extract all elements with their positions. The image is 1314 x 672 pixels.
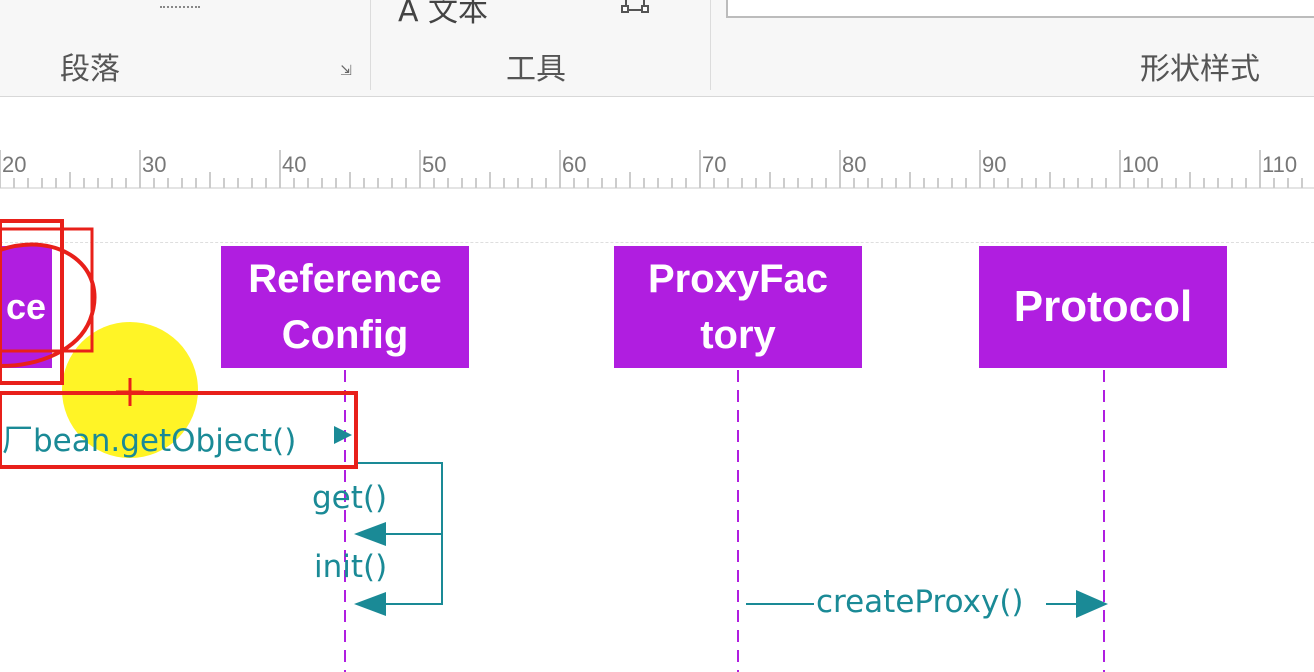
- ruler-label: 50: [422, 152, 447, 177]
- message-get-object[interactable]: 厂bean.getObject(): [2, 415, 296, 460]
- ruler-label: 110: [1262, 152, 1298, 177]
- group-label-shape-styles: 形状样式: [1140, 52, 1260, 87]
- lifeline-partial[interactable]: ce: [0, 246, 52, 368]
- lifeline-label: Config: [281, 313, 409, 357]
- lifeline-label: ProxyFac: [647, 257, 829, 301]
- ribbon-partial-control[interactable]: [160, 0, 200, 8]
- text-tool-button[interactable]: A 文本: [398, 0, 488, 30]
- ruler-label: 30: [142, 152, 167, 177]
- message-get[interactable]: get(): [312, 480, 387, 516]
- group-label-tools: 工具: [506, 52, 566, 87]
- ruler-label: 80: [842, 152, 867, 177]
- connection-point-icon[interactable]: [620, 0, 650, 18]
- lifeline-reference-config[interactable]: Reference Config: [221, 246, 469, 368]
- lifeline-proxy-factory[interactable]: ProxyFac tory: [614, 246, 862, 368]
- message-create-proxy[interactable]: createProxy(): [816, 584, 1024, 620]
- shape-style-gallery[interactable]: [726, 0, 1314, 18]
- ruler-label: 40: [282, 152, 307, 177]
- dialog-launcher-icon[interactable]: ⇲: [338, 62, 354, 78]
- lifeline-label: Protocol: [1013, 282, 1193, 331]
- ruler-ticks: [0, 150, 1314, 189]
- ruler-label: 70: [702, 152, 727, 177]
- ribbon-separator: [370, 0, 371, 90]
- ribbon: A 文本 段落 ⇲ 工具 形状样式: [0, 0, 1314, 97]
- lifeline-label: ce: [5, 286, 47, 327]
- ruler-label: 100: [1122, 152, 1159, 177]
- ribbon-separator: [710, 0, 711, 90]
- horizontal-ruler[interactable]: 20 30 40 50 60 70 80 90 100 110: [0, 150, 1314, 192]
- ruler-label: 60: [562, 152, 587, 177]
- ruler-label: 90: [982, 152, 1007, 177]
- group-label-paragraph: 段落: [60, 52, 120, 87]
- page-guide-line: [0, 242, 1314, 243]
- ruler-label: 20: [2, 152, 27, 177]
- message-init[interactable]: init(): [314, 549, 387, 585]
- lifeline-label: tory: [700, 313, 776, 357]
- lifeline-label: Reference: [248, 257, 442, 301]
- lifeline-protocol[interactable]: Protocol: [979, 246, 1227, 368]
